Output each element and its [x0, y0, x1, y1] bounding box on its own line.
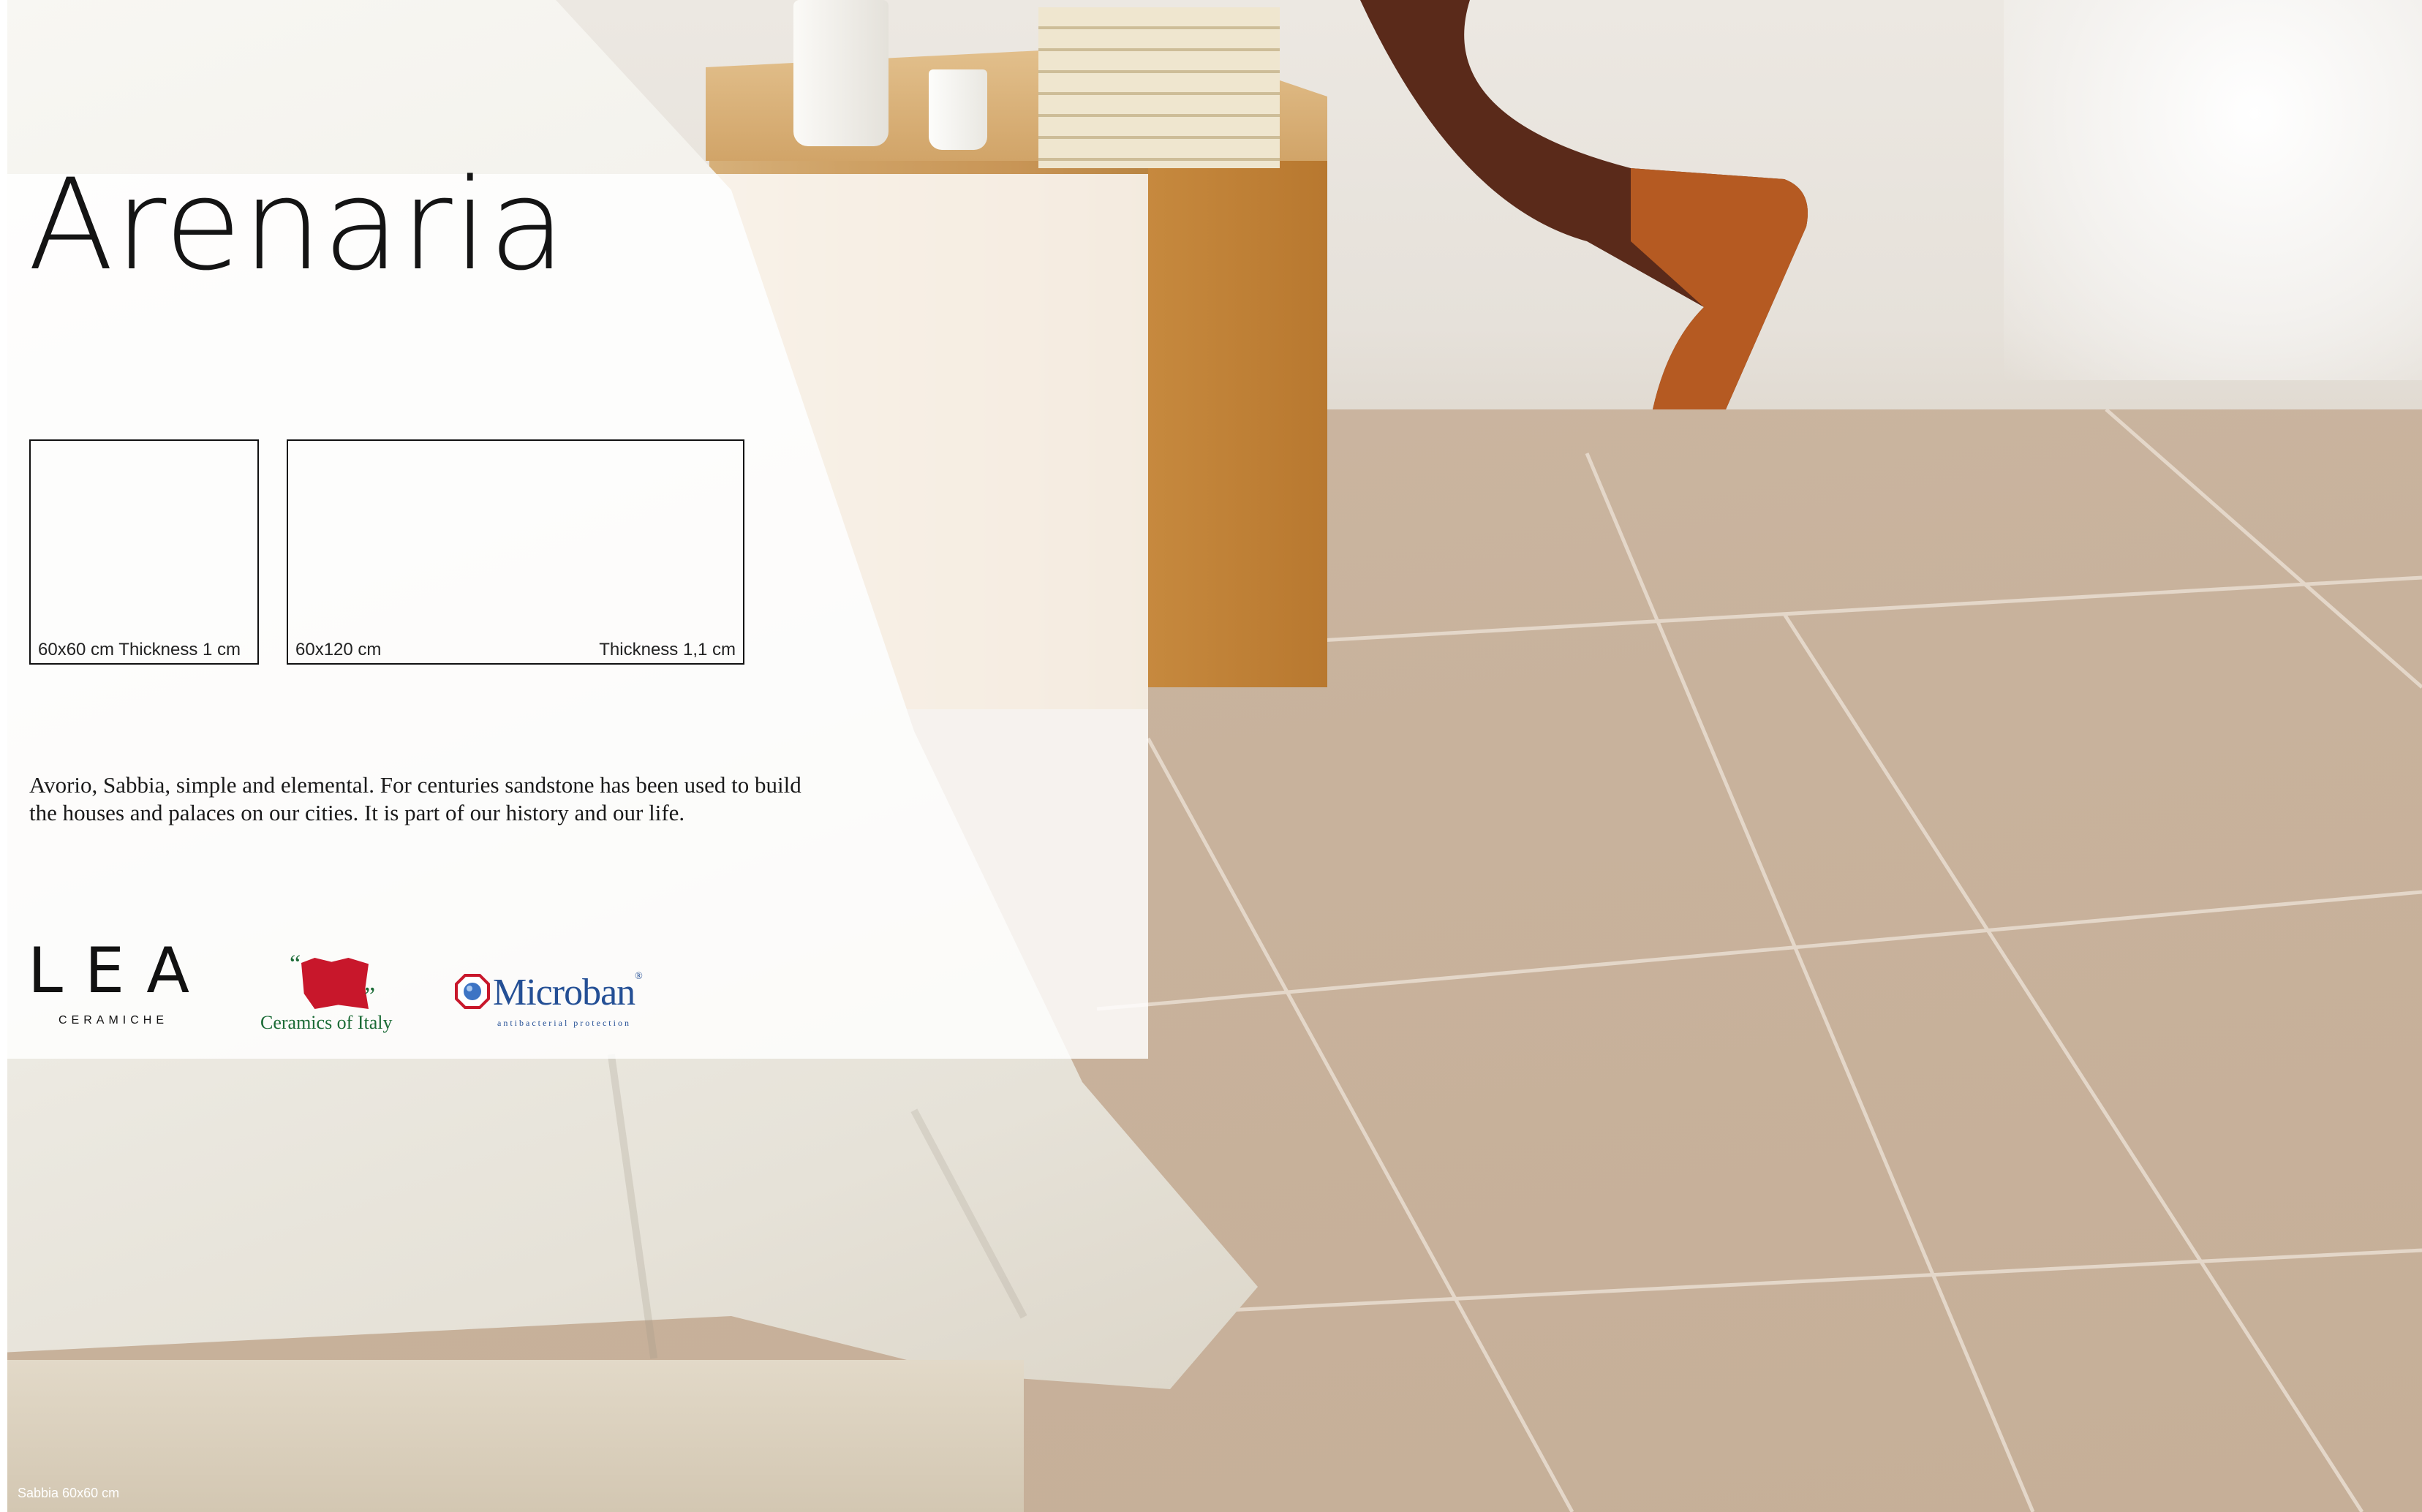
- nightstand-side: [1148, 146, 1327, 687]
- microban-tagline: antibacterial protection: [497, 1018, 631, 1028]
- tile-size-60x120: 60x120 cm Thickness 1,1 cm: [287, 439, 744, 665]
- ceramics-of-italy-mark-icon: [301, 958, 369, 1009]
- tile-thickness-label: Thickness 1,1 cm: [599, 640, 736, 659]
- photo-caption: Sabbia 60x60 cm: [18, 1486, 120, 1500]
- stacked-books: [1038, 7, 1280, 168]
- microban-wordmark: Microban®: [493, 971, 643, 1014]
- lea-wordmark: LEA: [28, 934, 212, 1008]
- page-edge: [0, 0, 7, 1512]
- white-cup: [929, 69, 987, 150]
- white-jug: [793, 0, 889, 146]
- lea-ceramiche-logo: LEA CERAMICHE: [28, 940, 211, 1027]
- tile-size-60x60: 60x60 cm Thickness 1 cm: [29, 439, 259, 665]
- collection-title: Arenaria: [28, 151, 567, 298]
- tile-size-label: 60x60 cm Thickness 1 cm: [38, 640, 241, 659]
- bed-skirt: [0, 1360, 1024, 1512]
- quote-mark-icon: ”: [364, 983, 376, 1010]
- collection-description: Avorio, Sabbia, simple and elemental. Fo…: [29, 772, 801, 825]
- ceramics-of-italy-logo: “ ” Ceramics of Italy: [257, 950, 411, 1038]
- microban-octagon-icon: [455, 974, 490, 1009]
- microban-logo: Microban® antibacterial protection: [455, 971, 660, 1032]
- registered-mark-icon: ®: [635, 971, 643, 982]
- quote-mark-icon: “: [290, 950, 301, 978]
- tile-size-label: 60x120 cm: [295, 640, 382, 659]
- ceramics-of-italy-text: Ceramics of Italy: [260, 1012, 393, 1033]
- lea-subtitle: CERAMICHE: [59, 1014, 169, 1027]
- microban-wordmark-text: Microban: [493, 972, 635, 1013]
